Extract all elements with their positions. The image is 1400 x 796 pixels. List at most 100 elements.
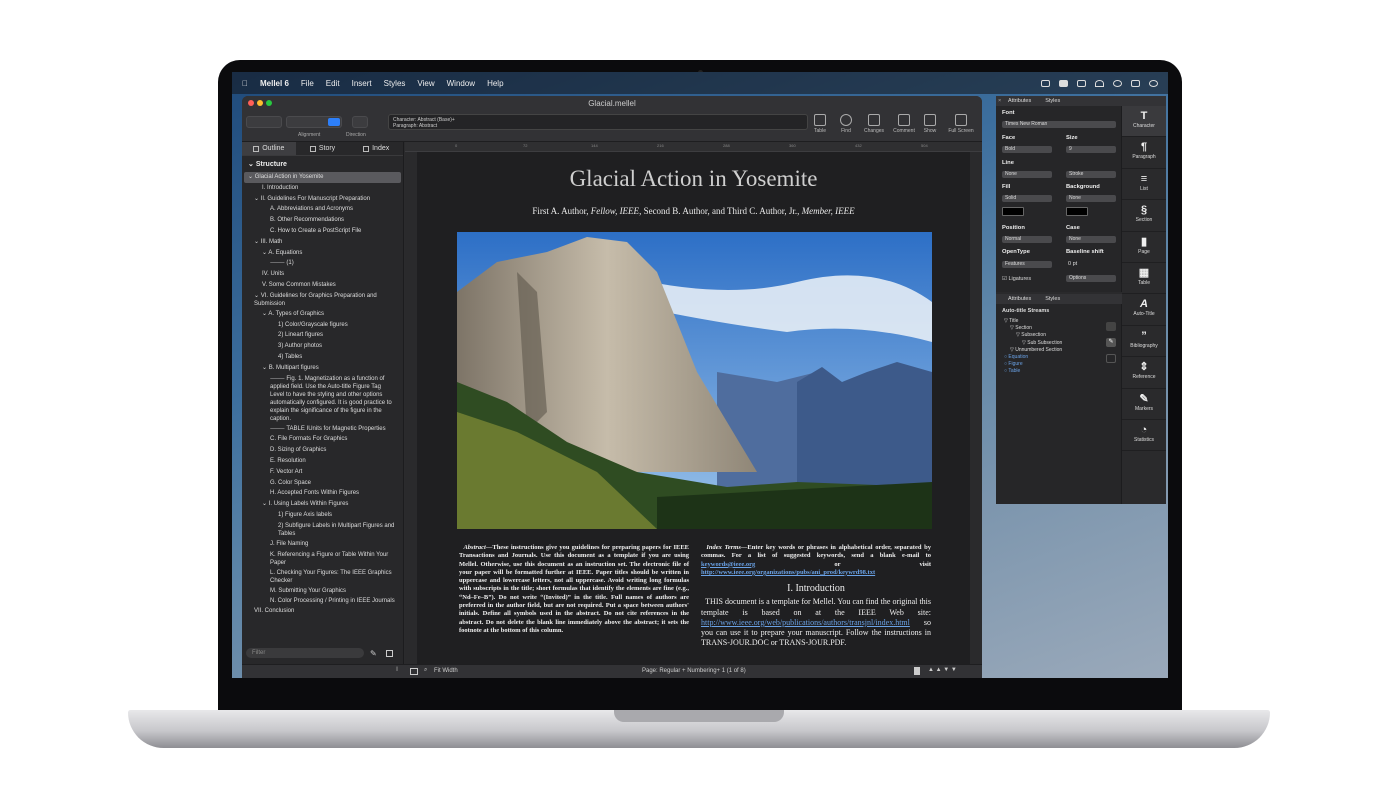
outline-item[interactable]: C. File Formats For Graphics (242, 434, 403, 445)
rail-table-button[interactable]: ▦ Table (1122, 263, 1166, 295)
menu-file[interactable]: File (301, 79, 314, 88)
outline-item[interactable]: C. How to Create a PostScript File (242, 226, 403, 237)
edit-icon[interactable]: ✎ (1106, 338, 1116, 347)
zoom-select[interactable]: Fit Width (434, 668, 458, 674)
fullscreen-button[interactable]: Full Screen (944, 114, 978, 134)
outline-item[interactable]: ⌄ A. Equations (242, 248, 403, 259)
outline-item[interactable]: ⸻ Fig. 1. Magnetization as a function of… (242, 374, 403, 424)
outline-item[interactable]: I. Introduction (242, 183, 403, 194)
face-popup[interactable]: Bold (1002, 146, 1052, 153)
edit-pencil-icon[interactable]: ✎ (370, 649, 377, 658)
shield-icon[interactable] (1106, 322, 1116, 331)
outline-item[interactable]: B. Other Recommendations (242, 215, 403, 226)
rail-markers-button[interactable]: ✎ Markers (1122, 389, 1166, 420)
outline-item[interactable]: ⌄ I. Using Labels Within Figures (242, 499, 403, 510)
status-icon-1[interactable] (1041, 79, 1050, 87)
document-title[interactable]: Glacial Action in Yosemite (417, 166, 970, 192)
menu-view[interactable]: View (417, 79, 434, 88)
outline-item[interactable]: ⸻ (1) (242, 258, 403, 269)
rail-paragraph-button[interactable]: ¶ Paragraph (1122, 137, 1166, 169)
comment-button[interactable]: Comment (890, 114, 918, 134)
outline-item[interactable]: F. Vector Art (242, 467, 403, 478)
outline-item[interactable]: ⸻ TABLE IUnits for Magnetic Properties (242, 424, 403, 435)
menu-styles[interactable]: Styles (384, 79, 406, 88)
alignment-control[interactable] (286, 116, 342, 128)
battery-icon[interactable] (1077, 79, 1086, 87)
outline-item[interactable]: G. Color Space (242, 478, 403, 489)
rail-page-button[interactable]: ▮ Page (1122, 232, 1166, 263)
tab-attributes[interactable]: Attributes (1008, 98, 1031, 104)
rail-auto-title-button[interactable]: A Auto-Title (1122, 294, 1166, 326)
case-popup[interactable]: None (1066, 236, 1116, 243)
menu-insert[interactable]: Insert (352, 79, 372, 88)
auto-title-item[interactable]: ○ Figure (1002, 361, 1121, 368)
layout-icon[interactable] (410, 668, 418, 675)
abstract-column[interactable]: Abstract—These instructions give you gui… (459, 544, 689, 635)
rail-bibliography-button[interactable]: ” Bibliography (1122, 326, 1166, 358)
outline-item[interactable]: ⌄ VI. Guidelines for Graphics Preparatio… (242, 291, 403, 309)
stroke-popup[interactable]: Stroke (1066, 171, 1116, 178)
wifi-icon[interactable] (1095, 79, 1104, 87)
auto-title-item[interactable]: ○ Equation (1002, 354, 1121, 361)
outline-item[interactable]: J. File Naming (242, 539, 403, 550)
character-info-field[interactable]: Character: Abstract (Base)+ Paragraph: A… (388, 114, 808, 130)
table-button[interactable]: Table (806, 114, 834, 134)
outline-item[interactable]: 1) Color/Grayscale figures (242, 320, 403, 331)
outline-item[interactable]: E. Resolution (242, 456, 403, 467)
rail-statistics-button[interactable]: ◔ Statistics (1122, 420, 1166, 452)
outline-item[interactable]: 1) Figure Axis labels (242, 510, 403, 521)
splitter-icon[interactable]: ‖ (396, 667, 398, 673)
status-icon-a[interactable] (1059, 79, 1068, 87)
outline-item[interactable]: ⌄ A. Types of Graphics (242, 309, 403, 320)
outline-item[interactable]: N. Color Processing / Printing in IEEE J… (242, 596, 403, 606)
outline-item[interactable]: 2) Subfigure Labels in Multipart Figures… (242, 521, 403, 539)
document-authors[interactable]: First A. Author, Fellow, IEEE, Second B.… (417, 206, 970, 216)
outline-item[interactable]: K. Referencing a Figure or Table Within … (242, 550, 403, 568)
document-area[interactable]: Glacial Action in Yosemite First A. Auth… (405, 152, 982, 664)
auto-title-item[interactable]: ▽ Section (1002, 325, 1121, 332)
tab-index[interactable]: Index (349, 142, 403, 155)
outline-item[interactable]: 3) Author photos (242, 341, 403, 352)
tab-story[interactable]: Story (296, 142, 350, 155)
show-button[interactable]: Show (916, 114, 944, 134)
filter-input[interactable]: Filter (246, 648, 364, 658)
siri-icon[interactable] (1149, 79, 1158, 87)
zoom-icon[interactable]: ⌕ (424, 667, 427, 674)
outline-item[interactable]: ⌄ III. Math (242, 237, 403, 248)
background-popup[interactable]: None (1066, 195, 1116, 202)
menu-app-name[interactable]: Mellel 6 (260, 79, 289, 88)
auto-title-item[interactable]: ▽ Sub Subsection (1002, 340, 1121, 347)
outline-item[interactable]: 2) Lineart figures (242, 330, 403, 341)
control-center-icon[interactable] (1131, 79, 1140, 87)
trash-icon[interactable] (386, 650, 393, 657)
page-nav-icons[interactable]: ▲ ▲ ▼ ▼ (928, 667, 957, 673)
page[interactable]: Glacial Action in Yosemite First A. Auth… (417, 152, 970, 664)
size-popup[interactable]: 9 (1066, 146, 1116, 153)
options-popup[interactable]: Options (1066, 275, 1116, 282)
font-popup[interactable]: Times New Roman (1002, 121, 1116, 128)
tab-styles-2[interactable]: Styles (1045, 296, 1060, 302)
outline-item[interactable]: ⌄ Glacial Action in Yosemite (244, 172, 401, 183)
close-inspector-icon[interactable]: × (998, 98, 1001, 104)
changes-button[interactable]: Changes (860, 114, 888, 134)
rail-character-button[interactable]: T Character (1122, 106, 1166, 138)
menu-edit[interactable]: Edit (326, 79, 340, 88)
ligatures-checkbox[interactable]: ☑ Ligatures (1002, 276, 1031, 282)
outline-item[interactable]: L. Checking Your Figures: The IEEE Graph… (242, 568, 403, 586)
ruler[interactable]: 0 72 144 216 288 360 432 504 (405, 142, 982, 152)
line-popup[interactable]: None (1002, 171, 1052, 178)
right-column[interactable]: Index Terms—Enter key words or phrases i… (701, 544, 931, 649)
outline-item[interactable]: M. Submitting Your Graphics (242, 586, 403, 597)
auto-title-item[interactable]: ▽ Title (1002, 318, 1121, 325)
outline-item[interactable]: VII. Conclusion (242, 606, 403, 617)
list-style-control[interactable] (246, 116, 282, 128)
outline-item[interactable]: ⌄ II. Guidelines For Manuscript Preparat… (242, 194, 403, 205)
fill-popup[interactable]: Solid (1002, 195, 1052, 202)
auto-title-item[interactable]: ▽ Unnumbered Section (1002, 347, 1121, 354)
opentype-popup[interactable]: Features (1002, 261, 1052, 268)
find-button[interactable]: Find (832, 114, 860, 134)
tab-attributes-2[interactable]: Attributes (1008, 296, 1031, 302)
menu-help[interactable]: Help (487, 79, 503, 88)
justify-icon[interactable] (328, 118, 340, 126)
tab-outline[interactable]: Outline (242, 142, 296, 155)
